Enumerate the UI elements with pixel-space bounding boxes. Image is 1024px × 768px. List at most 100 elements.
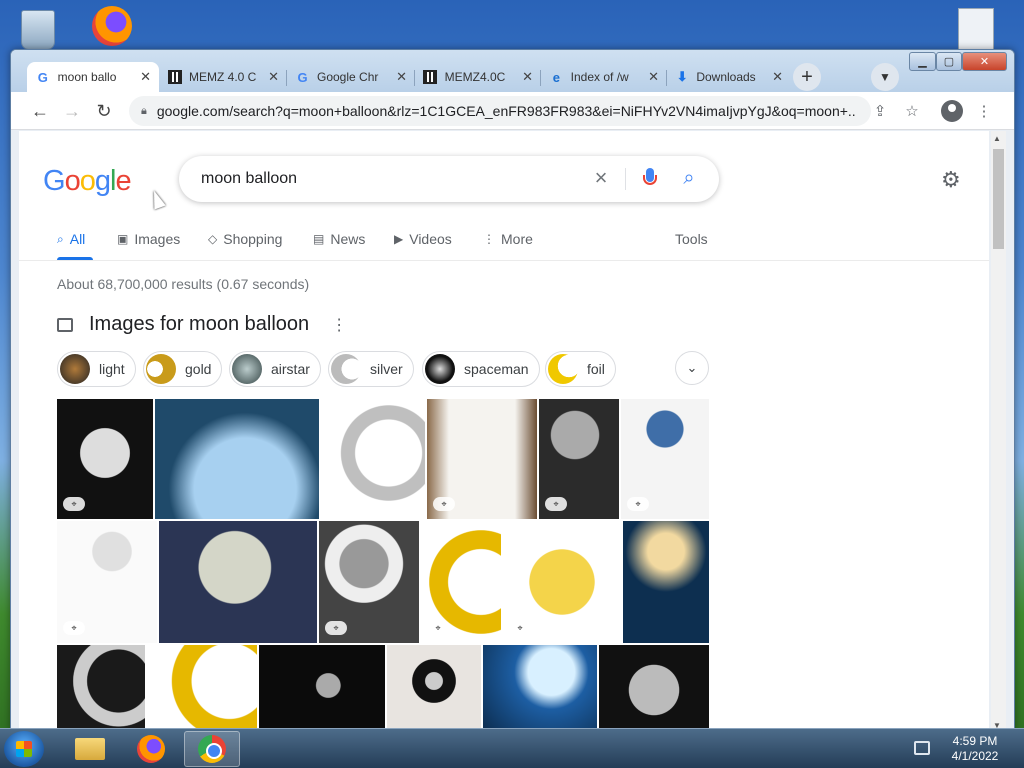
back-button[interactable]: ← [27, 98, 53, 124]
close-icon[interactable]: ✕ [140, 69, 151, 85]
tab-all[interactable]: ⌕ All [57, 231, 85, 247]
search-icon[interactable]: ⌕ [677, 166, 701, 190]
tag-icon: ⌖ [63, 621, 85, 635]
download-icon: ⬇ [676, 69, 688, 84]
tools-button[interactable]: Tools [675, 231, 708, 247]
close-icon[interactable]: ✕ [772, 69, 783, 85]
chrome-icon [198, 735, 226, 763]
reload-button[interactable]: ↻ [91, 98, 117, 124]
google-icon: G [297, 69, 308, 85]
gear-icon[interactable]: ⚙ [941, 167, 961, 193]
tab-moon-balloon[interactable]: G moon ballo ✕ [27, 62, 159, 92]
close-icon[interactable]: ✕ [648, 69, 659, 85]
clear-icon[interactable]: × [589, 166, 613, 190]
close-icon[interactable]: ✕ [268, 69, 279, 85]
tab-label: Downloads [696, 70, 756, 84]
search-box[interactable]: moon balloon × ⌕ [179, 156, 719, 202]
tab-index[interactable]: e Index of /w ✕ [541, 62, 667, 92]
image-result[interactable]: ⌖ [421, 521, 501, 643]
image-result[interactable] [623, 521, 709, 643]
chip-silver[interactable]: silver [328, 351, 414, 387]
result-stats: About 68,700,000 results (0.67 seconds) [57, 276, 310, 292]
scrollbar-thumb[interactable] [993, 149, 1004, 249]
more-options-icon[interactable]: ⋮ [331, 315, 347, 335]
tab-news[interactable]: ▤ News [313, 231, 365, 247]
start-button[interactable] [4, 731, 44, 767]
new-tab-button[interactable]: + [793, 63, 821, 91]
profile-avatar[interactable] [941, 100, 963, 122]
tab-videos[interactable]: ▶ Videos [394, 231, 452, 247]
close-icon[interactable]: ✕ [522, 69, 533, 85]
image-result[interactable]: ⌖ [539, 399, 619, 519]
image-result[interactable]: ⌖ [57, 399, 153, 519]
file-desktop-icon[interactable] [952, 6, 1000, 54]
tag-icon: ⌖ [433, 497, 455, 511]
image-result[interactable] [159, 521, 317, 643]
image-result[interactable]: ⌖ [621, 399, 709, 519]
recycle-bin-icon[interactable] [14, 6, 62, 54]
chip-spaceman[interactable]: spaceman [422, 351, 540, 387]
image-result[interactable]: ⌖ [319, 521, 419, 643]
bookmark-star-icon[interactable]: ☆ [901, 100, 923, 122]
tab-more[interactable]: ⋮ More [483, 231, 533, 247]
image-result[interactable] [321, 399, 425, 519]
vertical-scrollbar[interactable]: ▲ ▼ [991, 131, 1006, 731]
image-result[interactable]: ⌖ [427, 399, 537, 519]
more-vertical-icon: ⋮ [483, 232, 495, 246]
clock-time: 4:59 PM [952, 734, 998, 748]
image-result[interactable]: ⌖ [57, 521, 157, 643]
network-icon[interactable] [914, 741, 930, 755]
clock-date: 4/1/2022 [951, 749, 999, 763]
tab-memz-2[interactable]: MEMZ4.0C ✕ [415, 62, 541, 92]
chip-foil[interactable]: foil [545, 351, 616, 387]
tab-images[interactable]: ▣ Images [117, 231, 180, 247]
image-icon [57, 317, 73, 332]
news-icon: ▤ [313, 232, 325, 246]
lock-icon: 🔒︎ [141, 104, 147, 117]
image-result[interactable] [599, 645, 709, 731]
tag-icon: ⌖ [427, 621, 449, 635]
forward-button[interactable]: → [59, 98, 85, 124]
tab-google-chrome[interactable]: G Google Chr ✕ [287, 62, 415, 92]
image-result[interactable] [259, 645, 385, 731]
chip-gold[interactable]: gold [143, 351, 223, 387]
image-result[interactable] [57, 645, 145, 731]
tab-label: moon ballo [57, 70, 117, 84]
close-window-button[interactable]: ✕ [962, 52, 1007, 71]
chip-light[interactable]: light [57, 351, 136, 387]
url-text: google.com/search?q=moon+balloon&rlz=1C1… [156, 103, 857, 119]
tag-icon: ⌖ [545, 497, 567, 511]
tab-search-button[interactable]: ▼ [871, 63, 899, 91]
search-input[interactable]: moon balloon [201, 170, 297, 188]
firefox-desktop-icon[interactable] [92, 6, 140, 54]
google-icon: G [37, 69, 48, 85]
chevron-down-icon[interactable]: ⌄ [675, 351, 709, 385]
image-result[interactable]: ⌖ [503, 521, 621, 643]
firefox-taskbar-button[interactable] [123, 731, 179, 767]
close-icon[interactable]: ✕ [396, 69, 407, 85]
image-result[interactable] [387, 645, 481, 731]
address-bar[interactable]: 🔒︎ google.com/search?q=moon+balloon&rlz=… [129, 96, 871, 126]
share-icon[interactable]: ⇪ [869, 100, 891, 122]
scroll-up-icon[interactable]: ▲ [993, 134, 1001, 143]
microphone-icon[interactable] [641, 166, 659, 192]
image-icon: ▣ [117, 232, 129, 246]
tag-icon: ⌖ [627, 497, 649, 511]
image-result[interactable] [483, 645, 597, 731]
tab-shopping[interactable]: ◇ Shopping [208, 231, 282, 247]
tab-memz-1[interactable]: MEMZ 4.0 C ✕ [159, 62, 287, 92]
images-section-header: Images for moon balloon ⋮ [57, 313, 347, 336]
maximize-button[interactable]: ▢ [936, 52, 962, 71]
chrome-taskbar-button[interactable] [184, 731, 240, 767]
minimize-button[interactable]: ▁ [909, 52, 936, 71]
chip-airstar[interactable]: airstar [229, 351, 321, 387]
explorer-taskbar-button[interactable] [62, 731, 118, 767]
image-result[interactable] [155, 399, 319, 519]
image-result[interactable] [147, 645, 257, 731]
menu-kebab-icon[interactable]: ⋮ [973, 100, 995, 122]
system-clock[interactable]: 4:59 PM 4/1/2022 [940, 734, 1010, 764]
google-logo[interactable]: Google [43, 165, 132, 198]
page-content: Google moon balloon × ⌕ ⚙ ⌕ All ▣ Images ◇… [19, 131, 989, 731]
tab-downloads[interactable]: ⬇ Downloads ✕ [667, 62, 791, 92]
firefox-icon [137, 735, 165, 763]
